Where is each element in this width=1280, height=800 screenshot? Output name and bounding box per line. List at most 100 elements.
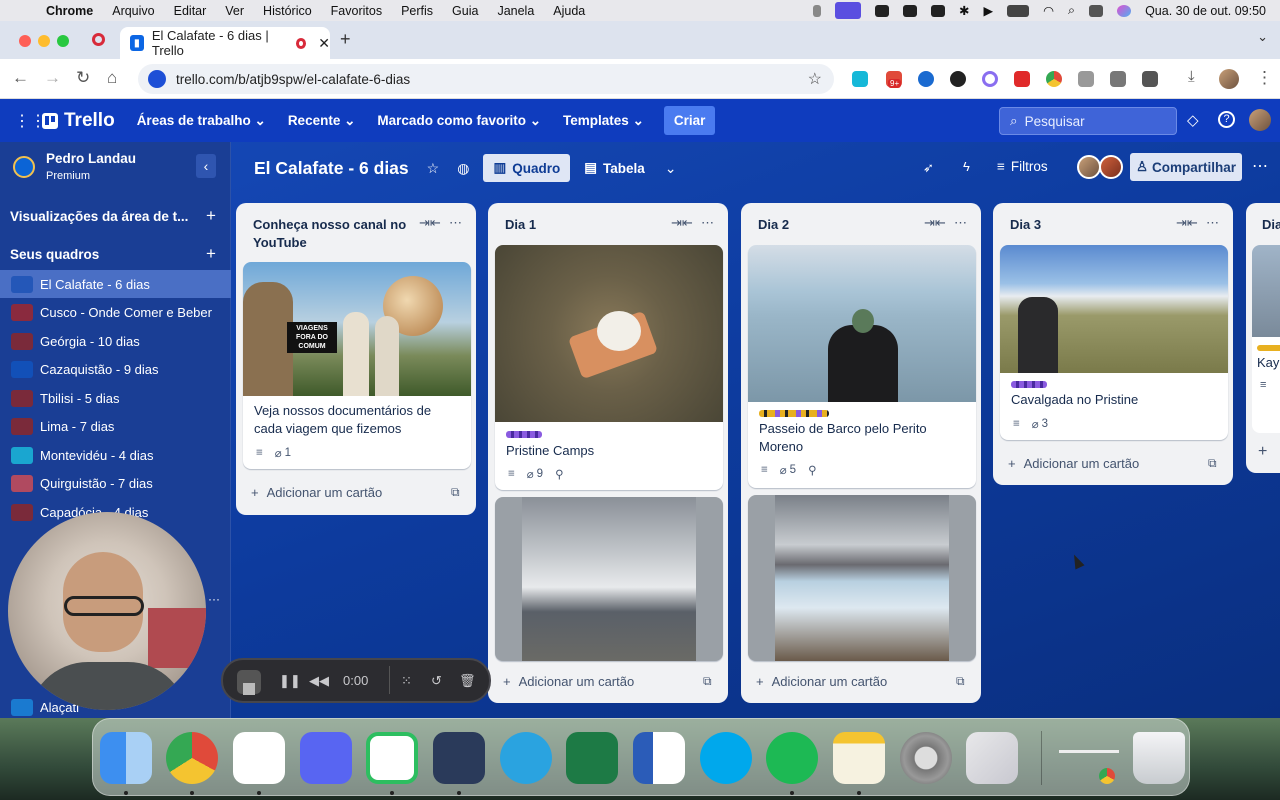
collapse-list-icon[interactable]: ⇥⇤	[419, 215, 441, 231]
extension-youtube-icon[interactable]	[1014, 71, 1030, 87]
dock-excel-icon[interactable]	[566, 732, 618, 784]
menu-janela[interactable]: Janela	[497, 4, 534, 18]
menu-templates[interactable]: Templates ⌄	[563, 113, 644, 129]
list-title[interactable]: Dia	[1262, 216, 1280, 234]
bookmark-star-icon[interactable]: ☆	[808, 69, 822, 89]
workspace-name[interactable]: Pedro Landau	[46, 151, 136, 166]
dock-evernote-icon[interactable]	[366, 732, 418, 784]
list-title[interactable]: Dia 2	[758, 216, 918, 234]
list-menu-icon[interactable]: ⋯	[1206, 215, 1219, 231]
card-cavalgada[interactable]: Cavalgada no Pristine ≡ ⌀ 3	[1000, 245, 1228, 440]
menu-datetime[interactable]: Qua. 30 de out. 09:50	[1145, 4, 1266, 18]
card-template-icon[interactable]: ⧉	[956, 674, 965, 689]
member-avatar[interactable]	[1099, 155, 1123, 179]
card-youtube[interactable]: VIAGENS FORA DO COMUM Veja nossos docume…	[243, 262, 471, 469]
collapse-list-icon[interactable]: ⇥⇤	[1176, 215, 1198, 231]
add-card-button[interactable]: + Adicionar um cartão ⧉	[251, 485, 460, 500]
member-avatar[interactable]	[1077, 155, 1101, 179]
search-input[interactable]: ⌕ Pesquisar	[999, 107, 1177, 135]
profile-avatar[interactable]	[1219, 69, 1239, 89]
trello-logo[interactable]: Trello	[42, 110, 115, 132]
extension-chrome-icon[interactable]	[1046, 71, 1062, 87]
app-switcher-icon[interactable]: ⋮⋮	[14, 111, 46, 131]
download-icon[interactable]: ⤓	[1188, 68, 1195, 85]
restart-icon[interactable]: ↺	[431, 673, 442, 689]
evernote-menu-icon[interactable]	[875, 4, 890, 17]
extension-tab-icon[interactable]	[1110, 71, 1126, 87]
add-view-button[interactable]: +	[206, 206, 216, 226]
dock-telegram-icon[interactable]	[500, 732, 552, 784]
sidebar-board-lima[interactable]: Lima - 7 dias	[0, 412, 231, 440]
sidebar-board-tbilisi[interactable]: Tbilisi - 5 dias	[0, 384, 231, 412]
sidebar-board-cusco[interactable]: Cusco - Onde Comer e Beber	[0, 298, 231, 326]
list-menu-icon[interactable]: ⋯	[954, 215, 967, 231]
minimize-window-button[interactable]	[38, 35, 50, 47]
add-card-button[interactable]: + Adicionar um cartão ⧉	[1008, 456, 1217, 471]
microphone-icon[interactable]	[813, 4, 822, 17]
card-photo[interactable]	[495, 497, 723, 661]
list-title[interactable]: Dia 1	[505, 216, 665, 234]
dock-trash-icon[interactable]	[1133, 732, 1185, 784]
menu-arquivo[interactable]: Arquivo	[112, 4, 154, 18]
spotlight-search-icon[interactable]: ⌕	[1068, 3, 1075, 18]
dock-finder-icon[interactable]	[100, 732, 152, 784]
address-bar[interactable]: trello.com/b/atjb9spw/el-calafate-6-dias…	[138, 64, 834, 94]
wifi-icon[interactable]: ◠	[1043, 3, 1054, 18]
card-perito-moreno[interactable]: Passeio de Barco pelo Perito Moreno ≡ ⌀ …	[748, 245, 976, 488]
create-button[interactable]: Criar	[663, 106, 716, 135]
back-arrow-icon[interactable]: ←	[12, 68, 29, 88]
collapse-list-icon[interactable]: ⇥⇤	[924, 215, 946, 231]
board-title[interactable]: El Calafate - 6 dias	[254, 158, 409, 179]
battery-icon[interactable]	[1007, 4, 1030, 17]
card-label-bar[interactable]	[506, 431, 542, 438]
bluetooth-icon[interactable]: ✱	[959, 3, 969, 18]
filters-button[interactable]: ≡ Filtros	[997, 159, 1048, 174]
plus-icon[interactable]: +	[1258, 443, 1267, 461]
visibility-globe-icon[interactable]: ◍	[457, 160, 469, 177]
card-photo[interactable]	[748, 495, 976, 661]
views-chevron-down-icon[interactable]: ⌄	[665, 160, 677, 177]
help-icon[interactable]: ?	[1218, 111, 1235, 128]
menu-favoritos[interactable]: Favoritos	[331, 4, 382, 18]
dock-skype-icon[interactable]	[700, 732, 752, 784]
control-center-icon[interactable]	[1089, 4, 1104, 17]
star-icon[interactable]: ☆	[427, 160, 440, 177]
account-avatar[interactable]	[1249, 109, 1271, 131]
dock-word-icon[interactable]	[633, 732, 685, 784]
menu-recent[interactable]: Recente ⌄	[288, 113, 356, 129]
close-tab-icon[interactable]: ✕	[318, 35, 330, 52]
checkmark-app-icon[interactable]	[931, 4, 946, 17]
share-button[interactable]: ♙ Compartilhar	[1130, 153, 1242, 181]
sidebar-board-montevideu[interactable]: Montevidéu - 4 dias	[0, 441, 231, 469]
menu-guia[interactable]: Guia	[452, 4, 478, 18]
list-title[interactable]: Conheça nosso canal no YouTube	[253, 216, 413, 252]
dock-notes-icon[interactable]	[833, 732, 885, 784]
collapse-list-icon[interactable]: ⇥⇤	[671, 215, 693, 231]
forward-arrow-icon[interactable]: →	[44, 68, 61, 88]
power-ups-rocket-icon[interactable]: ➶	[923, 160, 934, 176]
menu-starred[interactable]: Marcado como favorito ⌄	[377, 113, 541, 129]
siri-icon[interactable]	[1117, 4, 1132, 17]
reload-icon[interactable]: ↻	[76, 68, 90, 88]
menu-editar[interactable]: Editar	[174, 4, 207, 18]
dock-spotify-icon[interactable]	[766, 732, 818, 784]
list-menu-icon[interactable]: ⋯	[449, 215, 462, 231]
dock-discord-icon[interactable]	[300, 732, 352, 784]
tab-search-chevron-icon[interactable]: ⌄	[1257, 29, 1268, 45]
sidebar-board-georgia[interactable]: Geórgia - 10 dias	[0, 327, 231, 355]
chrome-menu-icon[interactable]: ⋮	[1256, 68, 1273, 88]
dock-iphone-mirroring-icon[interactable]	[966, 732, 1018, 784]
close-window-button[interactable]	[19, 35, 31, 47]
sidebar-board-el-calafate[interactable]: El Calafate - 6 dias	[0, 270, 231, 298]
add-card-button[interactable]: + Adicionar um cartão ⧉	[503, 674, 712, 689]
menu-ver[interactable]: Ver	[225, 4, 244, 18]
card-pristine-camps[interactable]: Pristine Camps ≡ ⌀ 9 ⚲	[495, 245, 723, 490]
extension-camera-icon[interactable]	[918, 71, 934, 87]
fullscreen-window-button[interactable]	[57, 35, 69, 47]
extension-ring-icon[interactable]	[982, 71, 998, 87]
delete-icon[interactable]: 🗑	[459, 673, 476, 689]
board-menu-icon[interactable]: ⋯	[1252, 156, 1268, 176]
card-template-icon[interactable]: ⧉	[451, 485, 460, 500]
card-template-icon[interactable]: ⧉	[1208, 456, 1217, 471]
active-browser-tab[interactable]: ▮ El Calafate - 6 dias | Trello ✕	[120, 27, 330, 59]
